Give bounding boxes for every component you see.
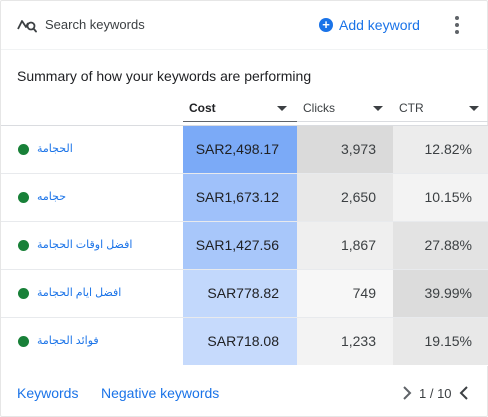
more-vert-icon[interactable] bbox=[450, 14, 464, 36]
keyword-cell: فوائد الحجامة bbox=[1, 318, 183, 365]
add-keyword-button[interactable]: + Add keyword bbox=[319, 14, 420, 36]
chevron-left-icon[interactable] bbox=[400, 383, 414, 403]
pager-label: 1 / 10 bbox=[419, 386, 452, 401]
ctr-cell: 19.15% bbox=[393, 318, 488, 365]
cost-cell: SAR1,427.56 bbox=[183, 222, 297, 269]
keyword-text[interactable]: حجامه bbox=[37, 190, 66, 203]
footer-divider bbox=[1, 365, 488, 366]
keyword-cell: افضل اوقات الحجامة bbox=[1, 222, 183, 269]
add-circle-icon: + bbox=[319, 18, 333, 32]
ctr-cell: 10.15% bbox=[393, 174, 488, 221]
cost-cell: SAR2,498.17 bbox=[183, 126, 297, 173]
status-enabled-icon bbox=[18, 336, 29, 347]
keyword-text[interactable]: الحجامة bbox=[37, 142, 73, 155]
chevron-right-icon[interactable] bbox=[457, 383, 471, 403]
keyword-cell: الحجامة bbox=[1, 126, 183, 173]
clicks-cell: 3,973 bbox=[297, 126, 393, 173]
search-keywords-icon[interactable] bbox=[17, 15, 37, 35]
sort-dropdown-icon bbox=[373, 106, 383, 111]
status-enabled-icon bbox=[18, 192, 29, 203]
ctr-cell: 12.82% bbox=[393, 126, 488, 173]
column-header-clicks[interactable]: Clicks bbox=[297, 98, 393, 126]
sort-dropdown-icon bbox=[277, 106, 287, 111]
clicks-cell: 749 bbox=[297, 270, 393, 317]
ctr-cell: 39.99% bbox=[393, 270, 488, 317]
clicks-cell: 2,650 bbox=[297, 174, 393, 221]
clicks-cell: 1,233 bbox=[297, 318, 393, 365]
column-label-clicks: Clicks bbox=[303, 101, 335, 115]
column-label-cost: Cost bbox=[189, 101, 216, 115]
keyword-text[interactable]: افضل ايام الحجامة bbox=[37, 286, 121, 299]
keyword-text[interactable]: افضل اوقات الحجامة bbox=[37, 238, 132, 251]
sort-dropdown-icon bbox=[469, 106, 479, 111]
keywords-link[interactable]: Keywords bbox=[17, 385, 78, 401]
cost-cell: SAR718.08 bbox=[183, 318, 297, 365]
keyword-cell: افضل ايام الحجامة bbox=[1, 270, 183, 317]
keyword-row[interactable]: افضل ايام الحجامة SAR778.82 749 39.99% bbox=[1, 270, 488, 318]
keyword-row[interactable]: حجامه SAR1,673.12 2,650 10.15% bbox=[1, 174, 488, 222]
add-keyword-label: Add keyword bbox=[339, 17, 420, 33]
keyword-row[interactable]: افضل اوقات الحجامة SAR1,427.56 1,867 27.… bbox=[1, 222, 488, 270]
keywords-card: Search keywords + Add keyword Summary of… bbox=[0, 0, 488, 417]
cost-cell: SAR778.82 bbox=[183, 270, 297, 317]
status-enabled-icon bbox=[18, 240, 29, 251]
ctr-cell: 27.88% bbox=[393, 222, 488, 269]
summary-title: Summary of how your keywords are perform… bbox=[17, 68, 312, 84]
column-header-cost[interactable]: Cost bbox=[183, 98, 297, 126]
clicks-cell: 1,867 bbox=[297, 222, 393, 269]
column-header-ctr[interactable]: CTR bbox=[393, 98, 488, 126]
column-label-ctr: CTR bbox=[399, 101, 424, 115]
keyword-row[interactable]: الحجامة SAR2,498.17 3,973 12.82% bbox=[1, 126, 488, 174]
card-header: Search keywords + Add keyword bbox=[1, 1, 488, 49]
status-enabled-icon bbox=[18, 144, 29, 155]
keyword-row[interactable]: فوائد الحجامة SAR718.08 1,233 19.15% bbox=[1, 318, 488, 366]
header-divider bbox=[1, 49, 488, 50]
negative-keywords-link[interactable]: Negative keywords bbox=[101, 385, 219, 401]
keyword-text[interactable]: فوائد الحجامة bbox=[37, 334, 99, 347]
status-enabled-icon bbox=[18, 288, 29, 299]
cost-cell: SAR1,673.12 bbox=[183, 174, 297, 221]
keyword-cell: حجامه bbox=[1, 174, 183, 221]
search-keywords-label[interactable]: Search keywords bbox=[45, 17, 145, 32]
